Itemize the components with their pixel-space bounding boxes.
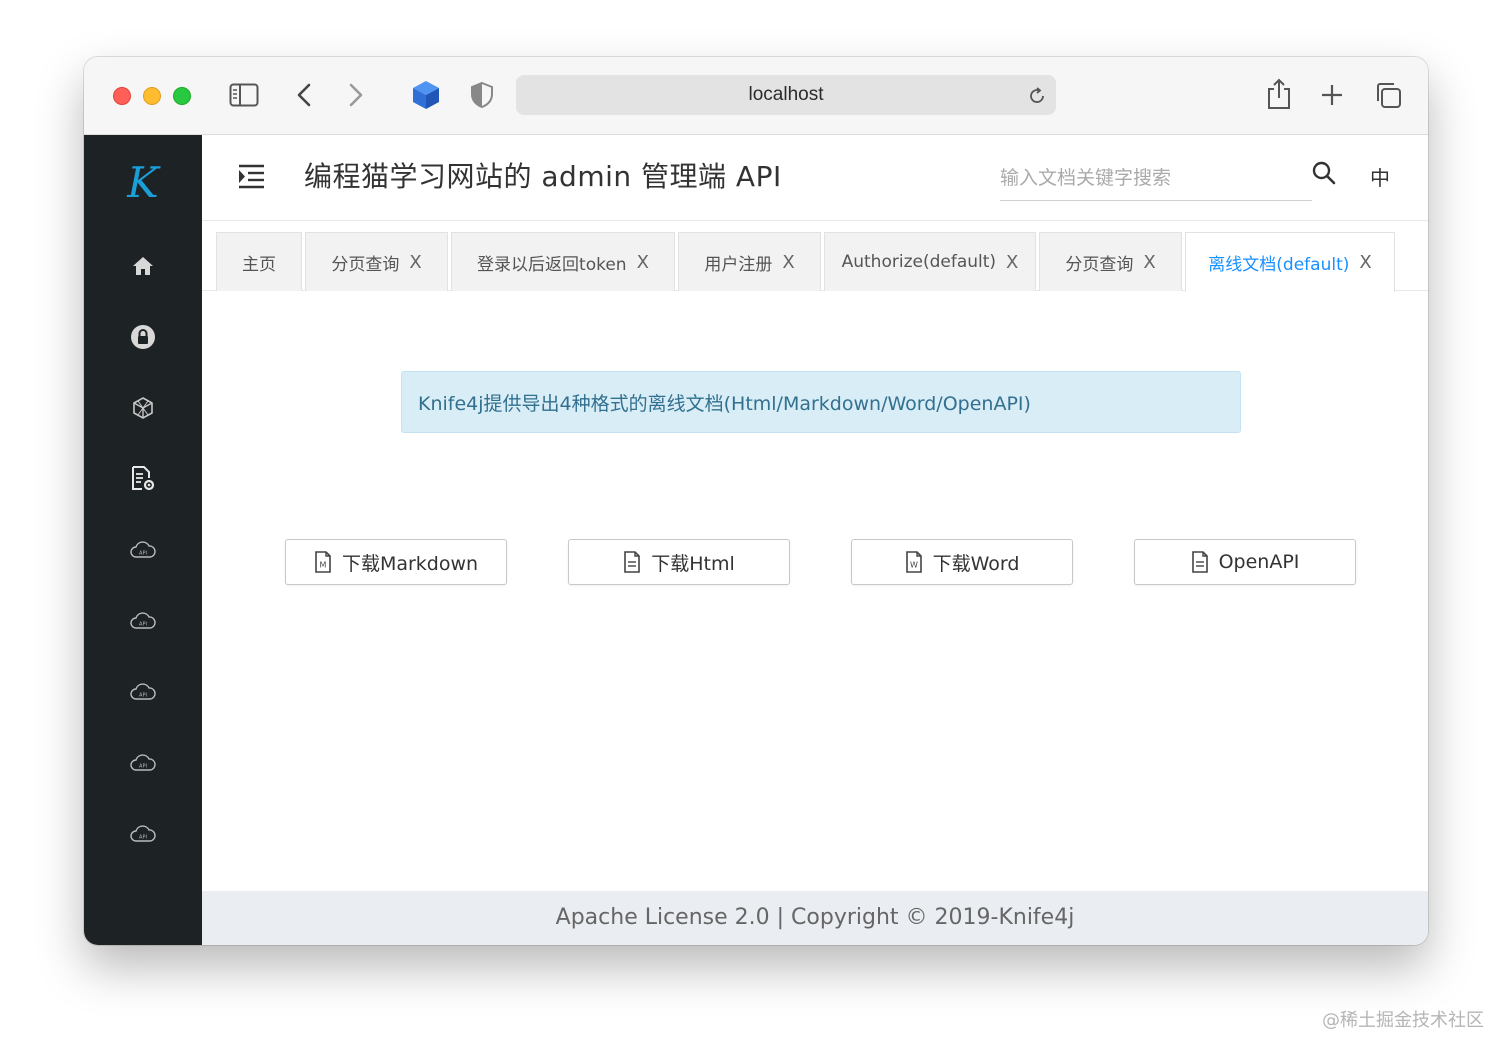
tab-login-token[interactable]: 登录以后返回token X: [451, 232, 675, 291]
forward-icon[interactable]: [344, 81, 368, 109]
tab-page-query[interactable]: 分页查询 X: [305, 232, 448, 291]
api-cloud-icon[interactable]: API: [128, 606, 158, 636]
main-content: 编程猫学习网站的 admin 管理端 API 中 主页 分页查询 X 登录以后返…: [202, 135, 1428, 945]
api-cloud-icon[interactable]: API: [128, 819, 158, 849]
download-word-button[interactable]: W 下载Word: [851, 539, 1073, 585]
tab-label: 主页: [242, 254, 276, 275]
search-icon[interactable]: [1312, 161, 1338, 187]
api-cloud-icon[interactable]: API: [128, 535, 158, 565]
button-label: 下载Markdown: [341, 552, 479, 575]
tab-page-query-2[interactable]: 分页查询 X: [1039, 232, 1182, 291]
privacy-shield-icon[interactable]: [468, 81, 496, 109]
tab-label: 分页查询: [1065, 254, 1134, 275]
info-alert: Knife4j提供导出4种格式的离线文档(Html/Markdown/Word/…: [401, 371, 1241, 433]
new-tab-icon[interactable]: [1318, 81, 1346, 109]
file-text-icon: [1191, 551, 1208, 573]
tab-close-icon[interactable]: X: [1006, 252, 1018, 273]
address-bar[interactable]: localhost: [516, 75, 1056, 115]
minimize-window-button[interactable]: [143, 87, 161, 105]
reload-icon[interactable]: [1026, 85, 1048, 107]
share-icon[interactable]: [1264, 77, 1294, 111]
button-label: OpenAPI: [1218, 551, 1300, 573]
tab-overview-icon[interactable]: [1372, 79, 1404, 111]
file-icon-letter: W: [910, 561, 918, 570]
home-icon[interactable]: [128, 251, 158, 281]
tab-close-icon[interactable]: X: [1359, 252, 1371, 273]
button-label: 下载Html: [651, 552, 735, 575]
button-label: 下载Word: [932, 552, 1020, 575]
api-label: API: [139, 835, 147, 841]
download-markdown-button[interactable]: M 下载Markdown: [285, 539, 507, 585]
page-title: 编程猫学习网站的 admin 管理端 API: [304, 160, 782, 193]
sidebar-toggle-icon[interactable]: [228, 81, 260, 109]
api-cloud-icon[interactable]: API: [128, 748, 158, 778]
openapi-button[interactable]: OpenAPI: [1134, 539, 1356, 585]
app-header: 编程猫学习网站的 admin 管理端 API 中: [202, 135, 1428, 221]
back-icon[interactable]: [292, 81, 316, 109]
tab-close-icon[interactable]: X: [409, 252, 421, 273]
sidebar: K API API API API API: [84, 135, 202, 945]
tab-home[interactable]: 主页: [216, 232, 302, 291]
markdown-file-icon: M: [315, 551, 331, 573]
address-text: localhost: [748, 84, 824, 105]
api-label: API: [139, 764, 147, 770]
language-switch[interactable]: 中: [1370, 162, 1390, 191]
file-icon-letter: M: [319, 561, 326, 570]
tab-user-register[interactable]: 用户注册 X: [678, 232, 821, 291]
tab-close-icon[interactable]: X: [782, 252, 794, 273]
tab-close-icon[interactable]: X: [1143, 252, 1155, 273]
watermark: @稀土掘金技术社区: [1322, 1010, 1484, 1031]
cube-icon[interactable]: [128, 393, 158, 423]
maximize-window-button[interactable]: [173, 87, 191, 105]
close-window-button[interactable]: [113, 87, 131, 105]
search-field: [1000, 157, 1312, 201]
tab-label: 分页查询: [331, 254, 400, 275]
browser-toolbar: localhost: [84, 57, 1428, 135]
menu-toggle-icon[interactable]: [236, 162, 268, 192]
api-label: API: [139, 622, 147, 628]
footer: Apache License 2.0 | Copyright © 2019-Kn…: [202, 891, 1428, 945]
browser-window: localhost K API API API API API 编程猫学习网站的…: [84, 57, 1428, 945]
tab-label: 登录以后返回token: [477, 254, 627, 275]
search-input[interactable]: [1000, 157, 1312, 199]
tab-close-icon[interactable]: X: [637, 252, 649, 273]
knife4j-logo[interactable]: K: [118, 157, 168, 209]
api-label: API: [139, 551, 147, 557]
tabs-bar: 主页 分页查询 X 登录以后返回token X 用户注册 X Authorize…: [202, 227, 1428, 292]
tab-label: 用户注册: [704, 254, 773, 275]
download-html-button[interactable]: 下载Html: [568, 539, 790, 585]
extension-cube-icon[interactable]: [410, 79, 442, 111]
word-file-icon: W: [905, 551, 922, 573]
settings-doc-icon[interactable]: [128, 464, 158, 494]
file-text-icon: [624, 551, 641, 573]
tab-offline-docs[interactable]: 离线文档(default) X: [1185, 232, 1395, 292]
tab-authorize[interactable]: Authorize(default) X: [824, 232, 1036, 291]
api-cloud-icon[interactable]: API: [128, 677, 158, 707]
tab-label: 离线文档(default): [1208, 255, 1350, 275]
lock-icon[interactable]: [128, 322, 158, 352]
tab-label: Authorize(default): [841, 252, 997, 272]
api-label: API: [139, 693, 147, 699]
